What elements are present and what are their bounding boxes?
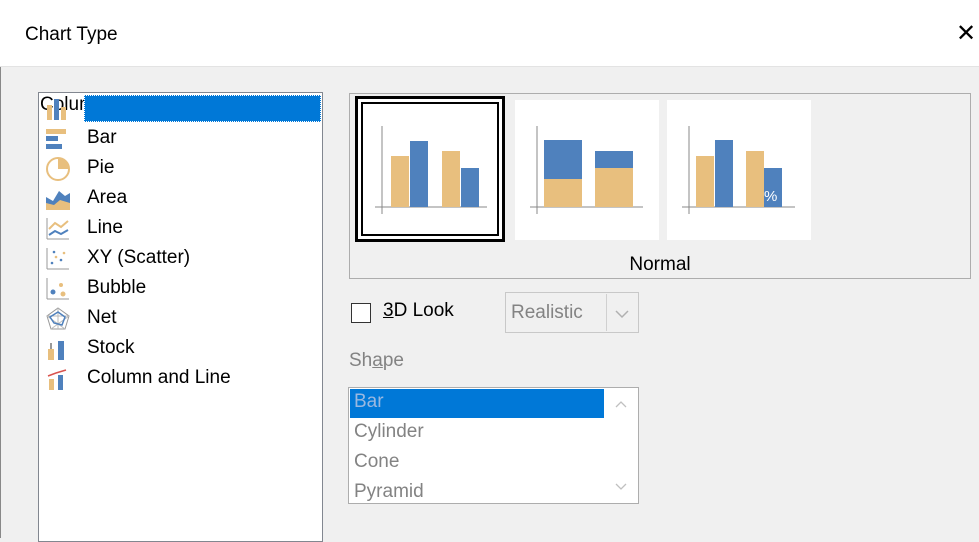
shape-item-bar[interactable]: Bar [350,389,604,418]
chart-type-item-pie[interactable]: Pie [40,154,321,184]
chart-type-item-scatter[interactable]: XY (Scatter) [40,244,321,274]
shape-label: Shape [349,350,404,371]
bar-chart-icon [46,129,66,149]
column-chart-icon [47,99,66,120]
window-border [0,0,1,538]
chart-type-label: Column and Line [87,367,231,388]
percent-column-preview-icon: % [682,126,795,214]
chart-type-item-bar[interactable]: Bar [40,124,321,154]
chart-type-list[interactable]: Column Bar Pie Area Line XY (Scatter) Bu… [38,92,323,542]
shape-list[interactable]: Bar Cylinder Cone Pyramid [348,387,639,504]
chart-variant-panel: % Normal [349,93,971,279]
pie-chart-icon [46,157,70,181]
net-chart-icon [46,307,70,330]
3d-look-checkbox[interactable] [351,303,371,323]
shape-item-pyramid[interactable]: Pyramid [350,479,604,503]
stock-chart-icon [48,341,64,360]
chart-type-label: Line [87,217,123,238]
chart-type-item-bubble[interactable]: Bubble [40,274,321,304]
variant-normal[interactable] [355,96,505,242]
chart-type-label: Net [87,307,117,328]
chart-type-label: Pie [87,157,115,178]
chart-type-label: XY (Scatter) [87,247,191,268]
3d-style-value: Realistic [511,302,583,323]
normal-column-preview-icon [375,126,487,214]
chart-type-item-stock[interactable]: Stock [40,334,321,364]
chart-type-label: Stock [87,337,135,358]
chart-type-item-column[interactable]: Column [40,94,321,124]
chart-type-item-line[interactable]: Line [40,214,321,244]
line-chart-icon [46,218,69,240]
shape-item-cone[interactable]: Cone [350,449,604,478]
chart-type-label: Bar [87,127,117,148]
chart-type-label: Area [87,187,128,208]
chevron-down-icon[interactable] [606,294,637,331]
area-chart-icon [46,191,70,210]
3d-style-dropdown[interactable]: Realistic [505,292,639,333]
chevron-down-icon [615,483,627,490]
scatter-chart-icon [46,248,69,270]
variant-percent-stacked[interactable]: % [667,100,811,240]
chart-type-item-net[interactable]: Net [40,304,321,334]
dialog-title: Chart Type [25,24,118,45]
bubble-chart-icon [46,278,69,300]
variant-name: Normal [629,254,691,275]
chart-type-item-area[interactable]: Area [40,184,321,214]
close-icon[interactable]: ✕ [956,22,976,46]
percent-glyph: % [764,188,777,205]
variant-stacked[interactable] [515,100,659,240]
shape-item-cylinder[interactable]: Cylinder [350,419,604,448]
shape-list-scrollbar[interactable] [606,389,637,502]
title-bar: Chart Type ✕ [0,0,979,67]
chevron-up-icon [615,401,627,408]
chart-type-label: Bubble [87,277,147,298]
column-line-chart-icon [47,369,67,390]
chart-type-item-column-and-line[interactable]: Column and Line [40,364,321,394]
stacked-column-preview-icon [530,126,643,214]
3d-look-label: 3D Look [383,300,454,321]
